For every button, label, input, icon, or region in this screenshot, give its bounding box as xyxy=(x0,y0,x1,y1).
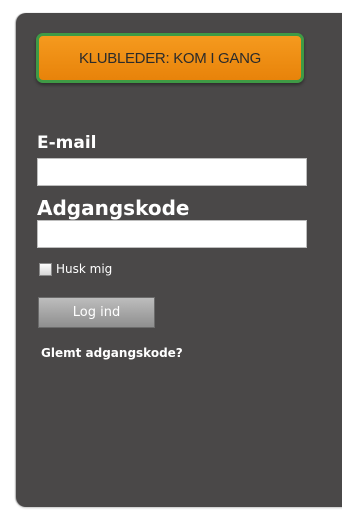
email-input[interactable] xyxy=(37,158,307,186)
remember-me-checkbox[interactable] xyxy=(39,262,52,276)
login-button[interactable]: Log ind xyxy=(38,297,155,328)
remember-me-label: Husk mig xyxy=(56,262,113,276)
email-label: E-mail xyxy=(37,133,97,153)
forgot-password-link[interactable]: Glemt adgangskode? xyxy=(41,346,183,360)
login-panel: KLUBLEDER: KOM I GANG E-mail Adgangskode… xyxy=(16,13,342,507)
club-leader-get-started-button[interactable]: KLUBLEDER: KOM I GANG xyxy=(36,33,304,83)
password-input[interactable] xyxy=(37,220,307,248)
club-leader-get-started-label: KLUBLEDER: KOM I GANG xyxy=(78,49,262,67)
remember-me-row[interactable]: Husk mig xyxy=(39,262,112,276)
password-label: Adgangskode xyxy=(37,196,190,220)
